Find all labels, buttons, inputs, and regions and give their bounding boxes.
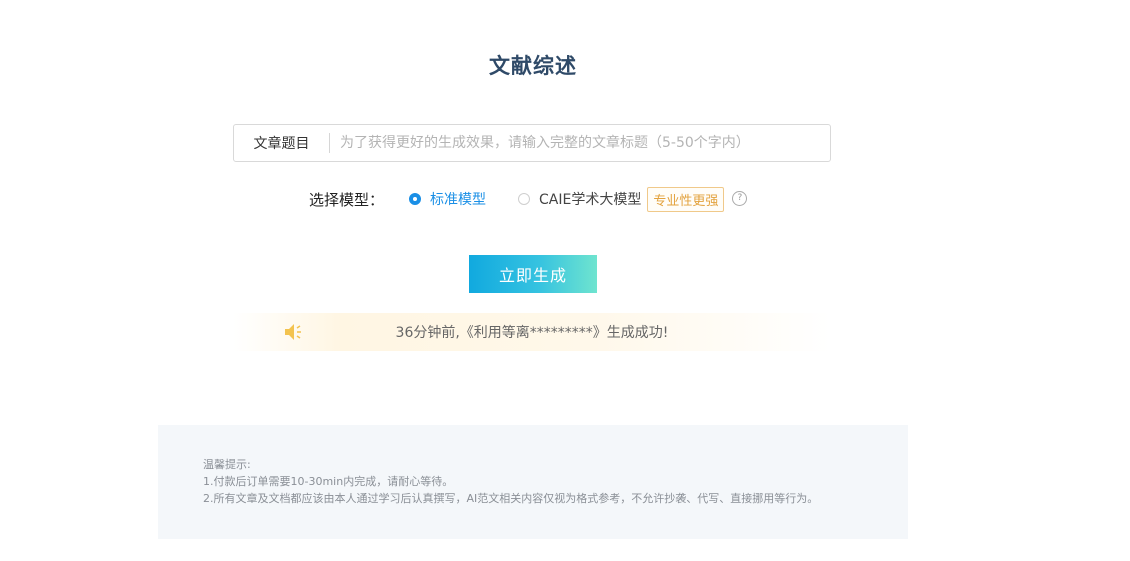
notice-text: 36分钟前,《利用等离*********》生成成功! — [395, 325, 669, 341]
radio-caie-model[interactable]: CAIE学术大模型 — [518, 189, 641, 209]
pro-badge: 专业性更强 — [647, 186, 725, 212]
generate-button[interactable]: 立即生成 — [469, 255, 597, 293]
radio-dot — [518, 193, 531, 205]
model-selector-label: 选择模型： — [309, 190, 385, 209]
model-selector: 选择模型： 标准模型 CAIE学术大模型 专业性更强 ? — [309, 186, 748, 212]
radio-standard-model[interactable]: 标准模型 — [409, 189, 486, 209]
page-title: 文献综述 — [489, 54, 577, 78]
notice-bar: 36分钟前,《利用等离*********》生成成功! — [233, 313, 831, 351]
radio-label: 标准模型 — [430, 192, 487, 208]
tips-heading: 温馨提示: — [203, 458, 251, 471]
radio-label: CAIE学术大模型 — [539, 192, 642, 208]
tips-line: 2.所有文章及文档都应该由本人通过学习后认真撰写，AI范文相关内容仅视为格式参考… — [203, 492, 819, 505]
article-title-input[interactable] — [330, 128, 830, 158]
tips-panel: 温馨提示: 1.付款后订单需要10-30min内完成，请耐心等待。 2.所有文章… — [158, 425, 908, 539]
article-title-field: 文章题目 — [233, 124, 831, 162]
article-title-label: 文章题目 — [253, 136, 310, 152]
tips-line: 1.付款后订单需要10-30min内完成，请耐心等待。 — [203, 475, 454, 488]
speaker-icon — [285, 324, 301, 340]
radio-dot — [409, 193, 422, 205]
question-circle-icon[interactable]: ? — [732, 190, 748, 206]
